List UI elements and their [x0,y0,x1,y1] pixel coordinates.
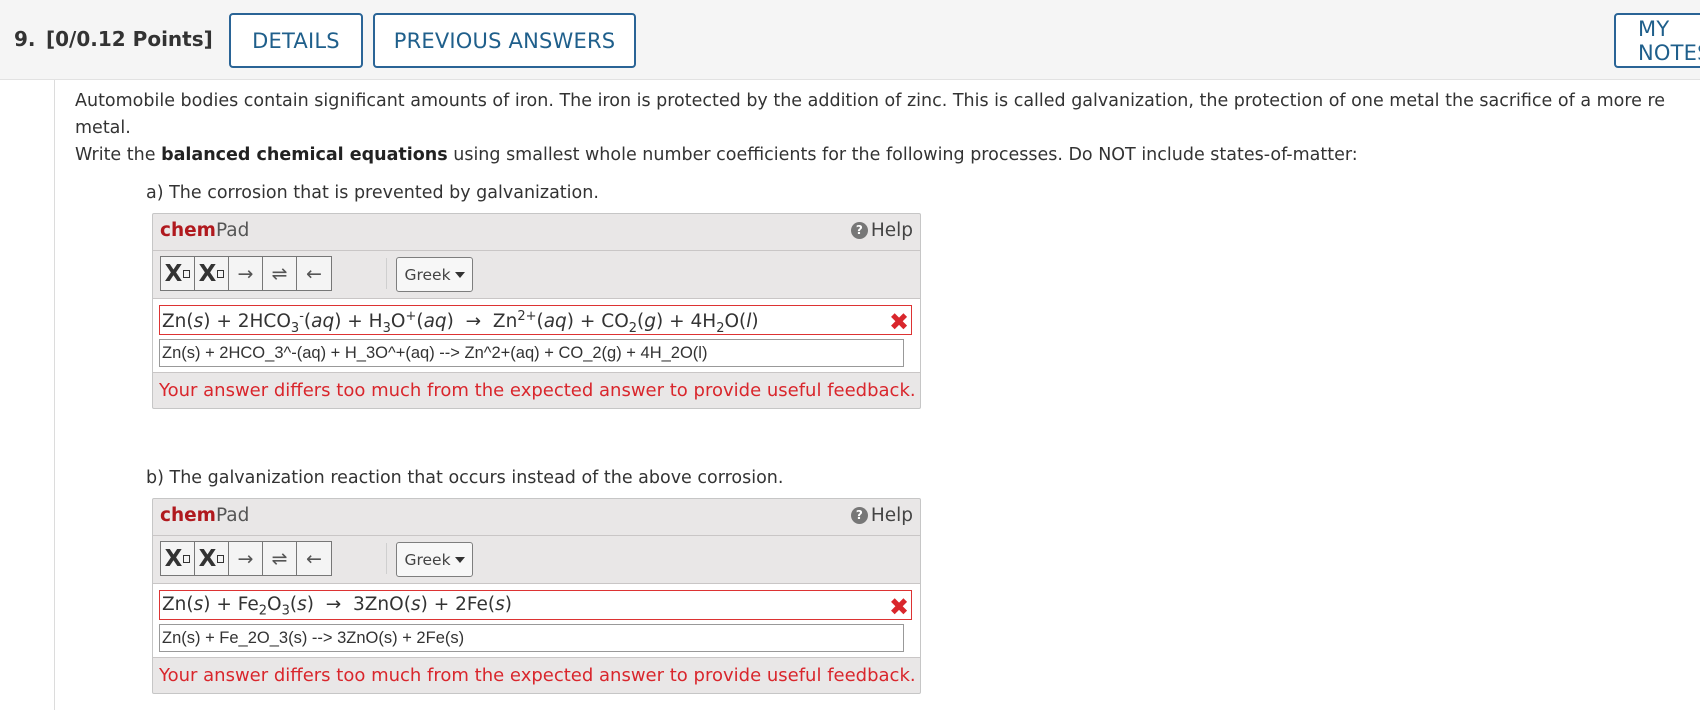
chempad-part-a: chemPad ? Help X X → ⇌ ← Greek Zn(s) + 2H… [152,213,921,409]
superscript-box-icon [217,554,225,563]
caret-down-icon [454,271,465,278]
chempad-brand-pad: Pad [215,505,250,526]
x-mark-icon: ✖ [888,593,910,621]
chempad-title: chemPad [160,505,249,526]
help-label: Help [870,505,913,526]
divider [153,250,920,251]
equilibrium-arrow-button[interactable]: ⇌ [263,542,297,575]
help-link[interactable]: ? Help [850,220,913,241]
equation-input[interactable] [159,339,904,367]
divider [153,657,920,658]
greek-dropdown[interactable]: Greek [396,542,473,577]
chempad-brand-chem: chem [160,220,216,241]
subscript-box-icon [183,269,191,278]
right-arrow-button[interactable]: → [229,542,263,575]
equilibrium-arrow-icon: ⇌ [271,547,288,570]
my-notes-button[interactable]: MY NOTES [1614,13,1700,68]
greek-label: Greek [404,265,451,284]
help-link[interactable]: ? Help [850,505,913,526]
part-b-prompt: b) The galvanization reaction that occur… [146,468,784,488]
left-arrow-button[interactable]: ← [297,542,331,575]
toolbar-divider [386,258,387,289]
equilibrium-arrow-icon: ⇌ [271,262,288,285]
x-mark-icon: ✖ [888,308,910,336]
details-button[interactable]: DETAILS [229,13,363,68]
chempad-toolbar: X X → ⇌ ← [160,541,332,576]
superscript-button[interactable]: X [195,542,229,575]
question-text-line-2: metal. [75,118,131,138]
chempad-workarea: Zn(s) + 2HCO3-(aq) + H3O+(aq) → Zn2+(aq)… [153,299,920,372]
left-rule [54,80,55,710]
instructions-pre: Write the [75,145,162,165]
question-circle-icon: ? [850,222,868,239]
question-circle-icon: ? [850,507,868,524]
chempad-brand-pad: Pad [215,220,250,241]
previous-answers-button[interactable]: PREVIOUS ANSWERS [373,13,636,68]
rendered-equation: Zn(s) + Fe2O3(s) → 3ZnO(s) + 2Fe(s) ✖ [159,590,912,620]
part-a-prompt: a) The corrosion that is prevented by ga… [146,183,599,203]
subscript-button[interactable]: X [161,257,195,290]
superscript-button[interactable]: X [195,257,229,290]
greek-label: Greek [404,550,451,569]
instructions-bold: balanced chemical equations [161,145,448,165]
equilibrium-arrow-button[interactable]: ⇌ [263,257,297,290]
divider [153,535,920,536]
right-arrow-button[interactable]: → [229,257,263,290]
divider [153,372,920,373]
question-number: 9. [14,27,36,51]
question-header: 9. [0/0.12 Points] DETAILS PREVIOUS ANSW… [0,0,1700,80]
subscript-box-icon [183,554,191,563]
help-label: Help [870,220,913,241]
chempad-brand-chem: chem [160,505,216,526]
rendered-equation: Zn(s) + 2HCO3-(aq) + H3O+(aq) → Zn2+(aq)… [159,305,912,336]
chempad-part-b: chemPad ? Help X X → ⇌ ← Greek Zn(s) + Fe… [152,498,921,694]
feedback-message: Your answer differs too much from the ex… [159,665,916,686]
chempad-title: chemPad [160,220,249,241]
caret-down-icon [454,556,465,563]
feedback-message: Your answer differs too much from the ex… [159,380,916,401]
question-text-line-1: Automobile bodies contain significant am… [75,91,1666,111]
left-arrow-button[interactable]: ← [297,257,331,290]
question-points: [0/0.12 Points] [46,27,213,51]
right-arrow-icon: → [237,547,254,570]
chempad-toolbar: X X → ⇌ ← [160,256,332,291]
left-arrow-icon: ← [306,547,322,570]
equation-input[interactable] [159,624,904,652]
right-arrow-icon: → [237,262,254,285]
greek-dropdown[interactable]: Greek [396,257,473,292]
left-arrow-icon: ← [306,262,322,285]
superscript-box-icon [217,269,225,278]
toolbar-divider [386,543,387,574]
instructions-post: using smallest whole number coefficients… [447,145,1358,165]
chempad-workarea: Zn(s) + Fe2O3(s) → 3ZnO(s) + 2Fe(s) ✖ [153,584,920,657]
question-instructions: Write the balanced chemical equations us… [75,145,1358,165]
subscript-button[interactable]: X [161,542,195,575]
